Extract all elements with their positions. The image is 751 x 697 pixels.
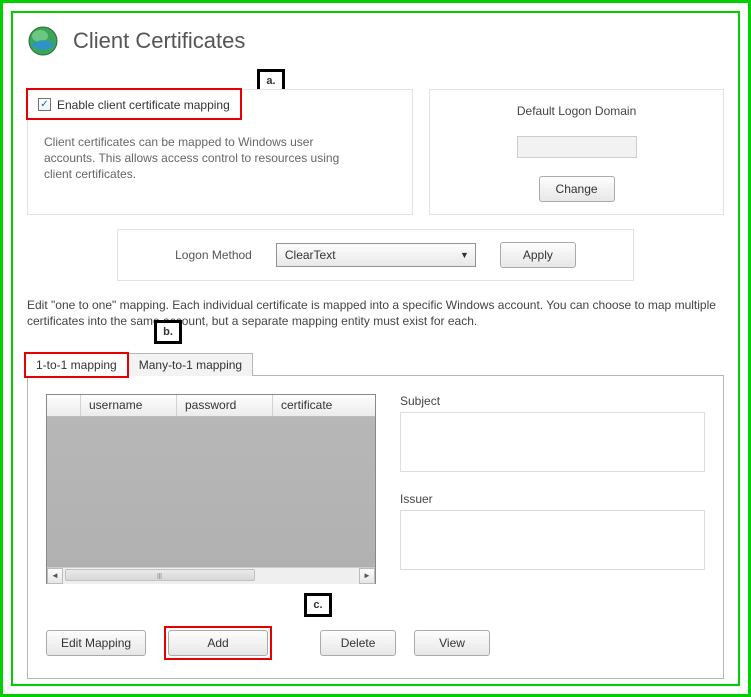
domain-input[interactable] — [517, 136, 637, 158]
tab-many-to-1[interactable]: Many-to-1 mapping — [128, 353, 253, 376]
scroll-right-icon[interactable]: ► — [359, 568, 375, 584]
checkmark-icon: ✓ — [38, 98, 51, 111]
subject-box — [400, 412, 705, 472]
apply-button[interactable]: Apply — [500, 242, 576, 268]
logon-method-label: Logon Method — [175, 248, 252, 262]
change-button[interactable]: Change — [539, 176, 615, 202]
enable-description: Client certificates can be mapped to Win… — [44, 134, 344, 183]
mapping-grid[interactable]: username password certificate ◄ Ⅲ — [46, 394, 376, 584]
mapping-explain: Edit "one to one" mapping. Each individu… — [27, 297, 724, 329]
add-highlight: Add — [164, 626, 272, 660]
enable-highlight: ✓ Enable client certificate mapping — [26, 88, 242, 120]
page-title: Client Certificates — [73, 28, 245, 54]
tab-1to1-label: 1-to-1 mapping — [36, 358, 117, 372]
tab-1to1[interactable]: 1-to-1 mapping — [25, 353, 128, 376]
top-panels: ✓ Enable client certificate mapping Clie… — [27, 89, 724, 215]
view-button[interactable]: View — [414, 630, 490, 656]
delete-button[interactable]: Delete — [320, 630, 396, 656]
logon-method-select[interactable]: ClearText ▼ — [276, 243, 476, 267]
chevron-down-icon: ▼ — [460, 250, 469, 260]
subject-label: Subject — [400, 394, 705, 408]
callout-b: b. — [154, 320, 182, 344]
page-header: Client Certificates — [27, 25, 724, 57]
mapping-grid-wrap: username password certificate ◄ Ⅲ — [46, 394, 376, 590]
inner-frame: Client Certificates a. b. c. ✓ Enable cl… — [11, 11, 740, 686]
scroll-left-icon[interactable]: ◄ — [47, 568, 63, 584]
domain-title: Default Logon Domain — [446, 104, 707, 118]
scroll-grip-icon: Ⅲ — [157, 572, 164, 581]
enable-checkbox[interactable]: ✓ Enable client certificate mapping — [38, 98, 230, 112]
scroll-track[interactable]: Ⅲ — [63, 568, 359, 584]
grid-header: username password certificate — [47, 395, 375, 417]
enable-label: Enable client certificate mapping — [57, 98, 230, 112]
enable-panel: ✓ Enable client certificate mapping Clie… — [27, 89, 413, 215]
issuer-label: Issuer — [400, 492, 705, 506]
col-certificate[interactable]: certificate — [273, 395, 375, 416]
edit-mapping-button[interactable]: Edit Mapping — [46, 630, 146, 656]
grid-buttons: Edit Mapping Add Delete View — [46, 626, 705, 660]
col-username[interactable]: username — [81, 395, 177, 416]
globe-icon — [27, 25, 59, 57]
grid-hscroll[interactable]: ◄ Ⅲ ► — [47, 567, 375, 583]
callout-c: c. — [304, 593, 332, 617]
col-blank[interactable] — [47, 395, 81, 416]
outer-frame: Client Certificates a. b. c. ✓ Enable cl… — [0, 0, 751, 697]
detail-column: Subject Issuer — [400, 394, 705, 590]
add-button[interactable]: Add — [168, 630, 268, 656]
logon-panel: Logon Method ClearText ▼ Apply — [117, 229, 634, 281]
logon-method-value: ClearText — [285, 248, 336, 262]
col-password[interactable]: password — [177, 395, 273, 416]
issuer-box — [400, 510, 705, 570]
mapping-tabs: 1-to-1 mapping Many-to-1 mapping — [25, 353, 724, 376]
grid-body — [47, 417, 375, 567]
scroll-thumb[interactable]: Ⅲ — [65, 569, 255, 581]
domain-panel: Default Logon Domain Change — [429, 89, 724, 215]
tab-many-label: Many-to-1 mapping — [139, 358, 242, 372]
tab-content: username password certificate ◄ Ⅲ — [27, 375, 724, 679]
